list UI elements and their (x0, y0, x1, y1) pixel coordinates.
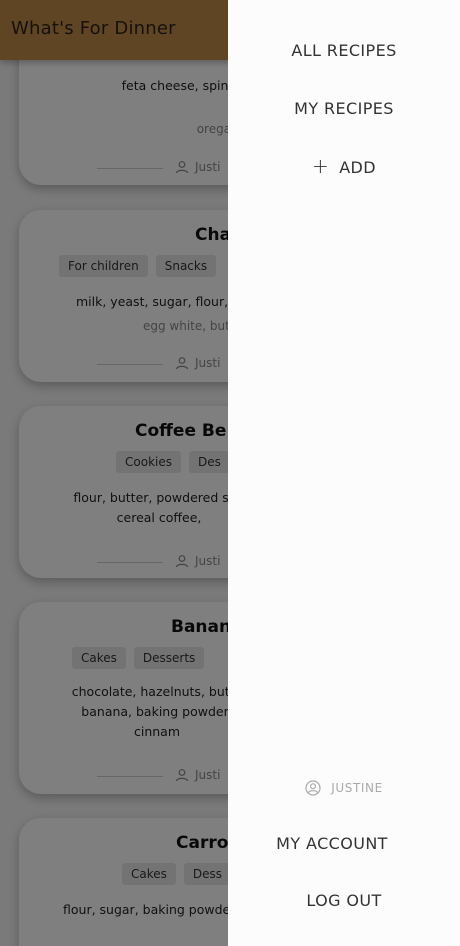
current-user: JUSTINE (228, 780, 460, 796)
menu-item-my-recipes[interactable]: MY RECIPES (228, 99, 460, 118)
account-circle-icon (305, 780, 321, 796)
menu-item-my-account[interactable]: MY ACCOUNT (216, 834, 448, 853)
menu-item-add-label: ADD (339, 158, 376, 177)
menu-item-log-out[interactable]: LOG OUT (228, 891, 460, 910)
menu-item-all-recipes[interactable]: ALL RECIPES (228, 41, 460, 60)
navigation-drawer: ALL RECIPES MY RECIPES + ADD JUSTINE MY A… (228, 0, 460, 946)
plus-icon: + (312, 154, 330, 178)
menu-item-add[interactable]: + ADD (228, 154, 460, 178)
current-user-name: JUSTINE (331, 781, 383, 795)
